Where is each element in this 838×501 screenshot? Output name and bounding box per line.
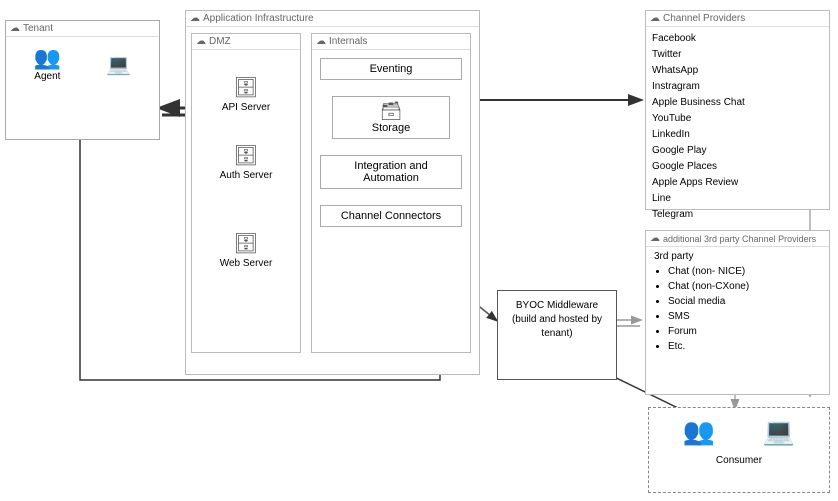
- auth-server-label: Auth Server: [192, 170, 300, 181]
- api-server-node: 🗄 API Server: [192, 75, 300, 113]
- list-item-forum: Forum: [668, 324, 821, 339]
- integration-label: Integration and Automation: [354, 160, 427, 184]
- additional-providers-cloud-icon: ☁: [650, 233, 660, 244]
- dmz-label: DMZ: [209, 36, 231, 47]
- internals-cloud-icon: ☁: [316, 36, 326, 47]
- tenant-label: Tenant: [23, 23, 53, 34]
- dmz-box: ☁ DMZ 🗄 API Server 🗄 Auth Server 🗄 Web S…: [191, 33, 301, 353]
- auth-server-node: 🗄 Auth Server: [192, 143, 300, 181]
- consumer-person-icon: 👥: [683, 416, 715, 446]
- agent-person-icon: 👥: [34, 47, 61, 69]
- web-server-label: Web Server: [192, 258, 300, 269]
- list-item-etc: Etc.: [668, 339, 821, 354]
- list-item-chat-nice: Chat (non- NICE): [668, 264, 821, 279]
- consumer-laptop-icon: 💻: [763, 416, 795, 446]
- agent-node: 👥 Agent: [34, 47, 61, 82]
- consumer-laptop-node: 💻: [763, 416, 795, 447]
- channel-instagram: Instragram: [652, 79, 823, 95]
- channel-apple-apps-review: Apple Apps Review: [652, 175, 823, 191]
- consumer-label: Consumer: [649, 455, 829, 466]
- api-server-icon: 🗄: [192, 75, 300, 100]
- channel-connectors-box: Channel Connectors: [320, 205, 462, 227]
- channel-linkedin: LinkedIn: [652, 127, 823, 143]
- list-item-sms: SMS: [668, 309, 821, 324]
- channel-whatsapp: WhatsApp: [652, 63, 823, 79]
- third-party-label: 3rd party: [654, 251, 821, 262]
- channel-connectors-label: Channel Connectors: [341, 210, 441, 222]
- consumer-content: 👥 💻: [649, 408, 829, 455]
- consumer-person-node: 👥: [683, 416, 715, 447]
- integration-box: Integration and Automation: [320, 155, 462, 189]
- app-infra-cloud-icon: ☁: [190, 13, 200, 24]
- third-party-list: Chat (non- NICE) Chat (non-CXone) Social…: [654, 264, 821, 354]
- channel-facebook: Facebook: [652, 31, 823, 47]
- channel-providers-box: ☁ Channel Providers Facebook Twitter Wha…: [645, 10, 830, 210]
- storage-label: Storage: [372, 122, 411, 134]
- additional-providers-box: ☁ additional 3rd party Channel Providers…: [645, 230, 830, 395]
- additional-providers-header: ☁ additional 3rd party Channel Providers: [646, 231, 829, 247]
- eventing-box: Eventing: [320, 58, 462, 80]
- channel-line: Line: [652, 191, 823, 207]
- tenant-cloud-icon: ☁: [10, 23, 20, 34]
- app-infra-label: Application Infrastructure: [203, 13, 314, 24]
- app-infra-header: ☁ Application Infrastructure: [186, 11, 479, 27]
- channel-youtube: YouTube: [652, 111, 823, 127]
- list-item-social: Social media: [668, 294, 821, 309]
- web-server-icon: 🗄: [192, 231, 300, 256]
- auth-server-icon: 🗄: [192, 143, 300, 168]
- channel-providers-header: ☁ Channel Providers: [646, 11, 829, 27]
- additional-providers-label: additional 3rd party Channel Providers: [663, 234, 816, 244]
- additional-providers-content: 3rd party Chat (non- NICE) Chat (non-CXo…: [646, 247, 829, 358]
- internals-label: Internals: [329, 36, 367, 47]
- tenant-header: ☁ Tenant: [6, 21, 159, 37]
- app-infra-box: ☁ Application Infrastructure ☁ DMZ 🗄 API…: [185, 10, 480, 375]
- eventing-label: Eventing: [370, 63, 413, 75]
- channel-google-places: Google Places: [652, 159, 823, 175]
- diagram: ☁ Tenant 👥 Agent 💻 ☁ Application Infrast…: [0, 0, 838, 501]
- channel-providers-label: Channel Providers: [663, 13, 745, 24]
- api-server-label: API Server: [192, 102, 300, 113]
- agent-laptop-icon: 💻: [106, 52, 131, 77]
- channel-google-play: Google Play: [652, 143, 823, 159]
- byoc-label: BYOC Middleware (build and hosted by ten…: [512, 300, 602, 339]
- list-item-chat-cxone: Chat (non-CXone): [668, 279, 821, 294]
- agent-label: Agent: [34, 71, 61, 82]
- channel-apple-business-chat: Apple Business Chat: [652, 95, 823, 111]
- dmz-header: ☁ DMZ: [192, 34, 300, 50]
- channel-list: Facebook Twitter WhatsApp Instragram App…: [646, 27, 829, 227]
- storage-cylinder-icon: 🗃: [341, 101, 441, 122]
- storage-box: 🗃 Storage: [332, 96, 450, 139]
- byoc-box: BYOC Middleware (build and hosted by ten…: [497, 290, 617, 380]
- agent-laptop-node: 💻: [106, 52, 131, 77]
- tenant-box: ☁ Tenant 👥 Agent 💻: [5, 20, 160, 140]
- internals-box: ☁ Internals Eventing 🗃 Storage Integrati…: [311, 33, 471, 353]
- dmz-cloud-icon: ☁: [196, 36, 206, 47]
- channel-providers-cloud-icon: ☁: [650, 13, 660, 24]
- internals-header: ☁ Internals: [312, 34, 470, 50]
- channel-twitter: Twitter: [652, 47, 823, 63]
- consumer-box: 👥 💻 Consumer: [648, 407, 830, 493]
- web-server-node: 🗄 Web Server: [192, 231, 300, 269]
- channel-telegram: Telegram: [652, 207, 823, 223]
